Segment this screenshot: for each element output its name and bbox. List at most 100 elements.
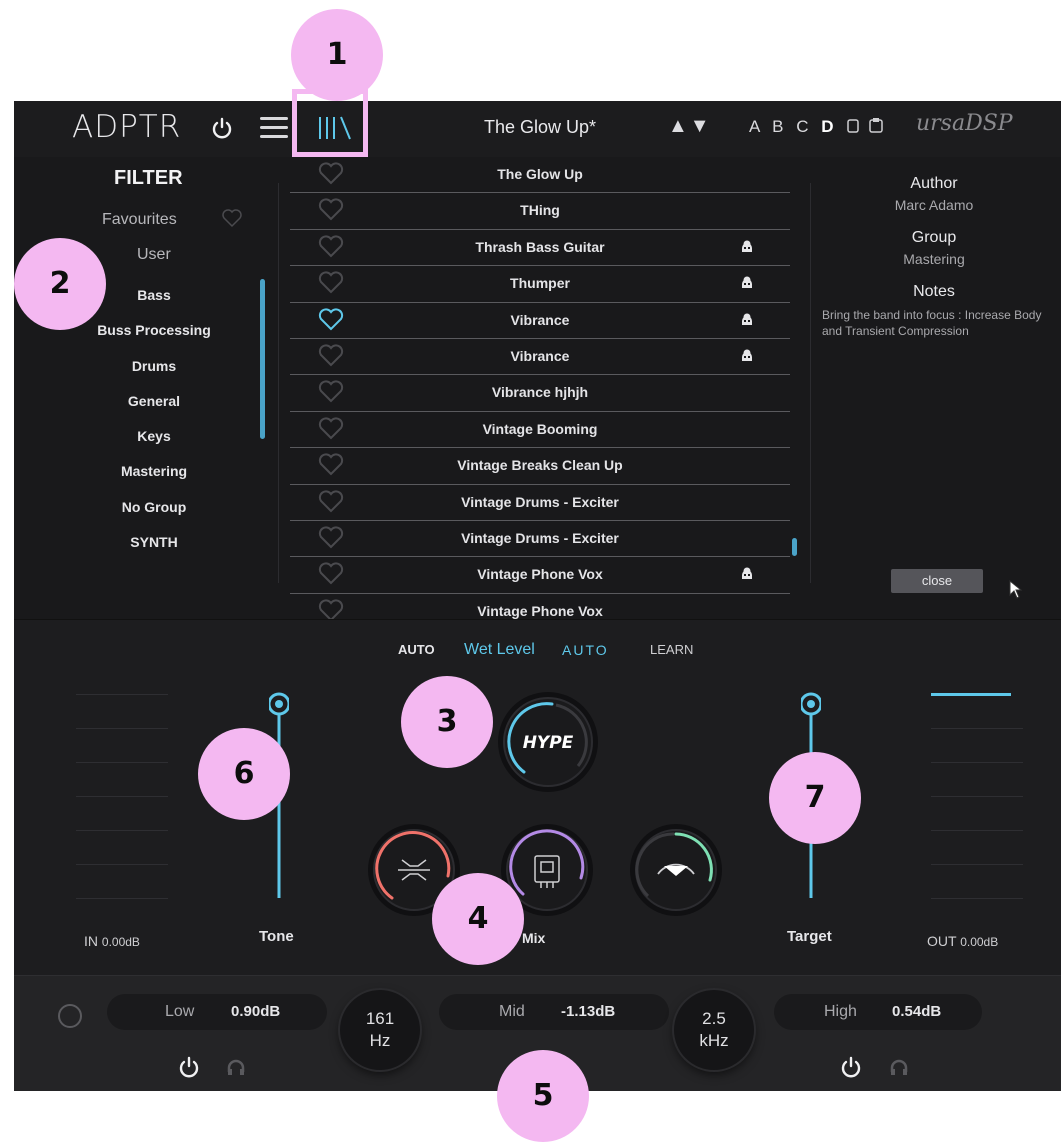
preset-row[interactable]: Vintage Breaks Clean Up [290,448,790,485]
preset-row[interactable]: Vintage Phone Vox [290,557,790,594]
preset-name: The Glow Up [497,166,583,182]
group-item[interactable]: Mastering [74,463,234,498]
preset-row[interactable]: THing [290,193,790,230]
preset-info: Author Marc Adamo Group Mastering Notes … [814,175,1054,339]
slot-c[interactable]: C [796,117,812,136]
low-solo-headphones-icon[interactable] [226,1058,246,1076]
user-preset-icon [742,240,752,252]
mid-freq-knob[interactable]: 2.5 kHz [674,990,754,1070]
preset-name: Vintage Booming [482,420,598,437]
column-divider [810,183,811,583]
low-freq-unit: Hz [369,1031,391,1050]
preset-row[interactable]: Vintage Booming [290,412,790,449]
group-item[interactable]: General [74,393,234,428]
group-scrollbar[interactable] [260,279,265,439]
output-label: OUT [927,933,957,949]
wet-level-label[interactable]: Wet Level [464,641,535,659]
heart-icon[interactable] [318,489,344,514]
auto-label-left[interactable]: AUTO [398,642,435,657]
transient-knob[interactable] [626,820,726,920]
heart-icon[interactable] [318,380,344,404]
target-label: Target [787,928,832,945]
preset-row[interactable]: Vibrance hjhjh [290,375,790,412]
preset-name: THing [520,202,560,219]
tone-label: Tone [259,928,294,945]
preset-row[interactable]: Vibrance [290,339,790,376]
mix-label: Mix [522,930,546,946]
slot-b[interactable]: B [772,117,787,136]
high-power-icon[interactable] [840,1056,862,1078]
low-power-icon[interactable] [178,1056,200,1078]
preset-name: Vintage Phone Vox [477,566,603,583]
high-band[interactable]: High 0.54dB [774,994,982,1030]
user-preset-icon [742,567,752,580]
auto-label-right[interactable]: AUTO [562,642,609,658]
high-label: High [824,1003,857,1020]
output-value: 0.00dB [960,935,999,949]
high-value[interactable]: 0.54dB [892,1003,941,1020]
preset-nav-arrows[interactable]: ▲▼ [668,115,712,138]
preset-row[interactable]: Thumper [290,266,790,303]
preset-row[interactable]: The Glow Up [290,157,790,194]
low-freq-knob[interactable]: 161 Hz [340,990,420,1070]
user-filter[interactable]: User [137,246,171,264]
group-item[interactable]: Buss Processing [74,322,234,357]
heart-icon[interactable] [318,235,344,259]
favourites-filter[interactable]: Favourites [102,211,177,229]
top-bar: ADPTR The Glow Up* ▲▼ A B C D ursaDSP [14,101,1061,157]
low-band[interactable]: Low 0.90dB [107,994,327,1030]
preset-name: Vintage Breaks Clean Up [457,457,623,474]
low-value[interactable]: 0.90dB [231,1003,280,1020]
group-label: Group [911,229,957,246]
mid-label: Mid [499,1003,525,1020]
slot-d[interactable]: D [821,117,837,136]
heart-icon[interactable] [318,417,344,441]
heart-icon[interactable] [318,271,344,295]
heart-icon[interactable] [221,208,243,228]
input-meter [76,694,168,932]
group-item[interactable]: SYNTH [74,534,234,569]
heart-icon[interactable] [318,162,344,186]
heart-icon[interactable] [318,307,344,332]
preset-row[interactable]: Vintage Drums - Exciter [290,521,790,558]
preset-row[interactable]: Vintage Drums - Exciter [290,485,790,521]
preset-list: The Glow Up THing Thrash Bass Guitar Thumpe… [290,157,790,631]
group-value: Mastering [903,251,965,267]
heart-icon[interactable] [318,344,344,368]
hype-knob[interactable]: HYPE [494,688,602,796]
preset-title[interactable]: The Glow Up* [484,117,596,138]
column-divider [278,183,279,583]
low-label: Low [165,1003,195,1020]
group-item[interactable]: Keys [74,428,234,463]
preset-row[interactable]: Vibrance [290,303,790,339]
preset-scrollbar[interactable] [792,538,797,556]
heart-icon[interactable] [318,526,344,550]
close-button[interactable]: close [891,569,983,593]
power-icon[interactable] [211,117,233,139]
mid-value[interactable]: -1.13dB [561,1003,615,1020]
group-item[interactable]: No Group [74,499,234,534]
preset-row[interactable]: Thrash Bass Guitar [290,230,790,267]
preset-name: Thrash Bass Guitar [475,238,605,255]
lock-icon[interactable] [58,1004,82,1028]
author-label: Author [910,175,958,192]
preset-name: Vintage Drums - Exciter [461,529,619,546]
slot-a[interactable]: A [749,117,763,136]
mid-band[interactable]: Mid -1.13dB [439,994,669,1030]
annotation-badge: 6 [198,728,290,820]
heart-icon[interactable] [318,562,344,586]
heart-icon[interactable] [318,198,344,222]
mid-freq-unit: kHz [699,1031,729,1050]
heart-icon[interactable] [318,453,344,477]
learn-button[interactable]: LEARN [650,642,693,657]
filter-title: FILTER [114,167,183,189]
ab-slots[interactable]: A B C D [749,117,838,137]
notes-text: Bring the band into focus : Increase Bod… [822,308,1042,338]
copy-paste-icon[interactable] [846,118,886,134]
ursa-dsp-logo: ursaDSP [916,111,1013,136]
preset-name: Vintage Drums - Exciter [461,493,619,510]
group-item[interactable]: Drums [74,358,234,393]
high-solo-headphones-icon[interactable] [889,1058,909,1076]
user-preset-icon [742,313,752,325]
menu-icon[interactable] [260,117,288,139]
